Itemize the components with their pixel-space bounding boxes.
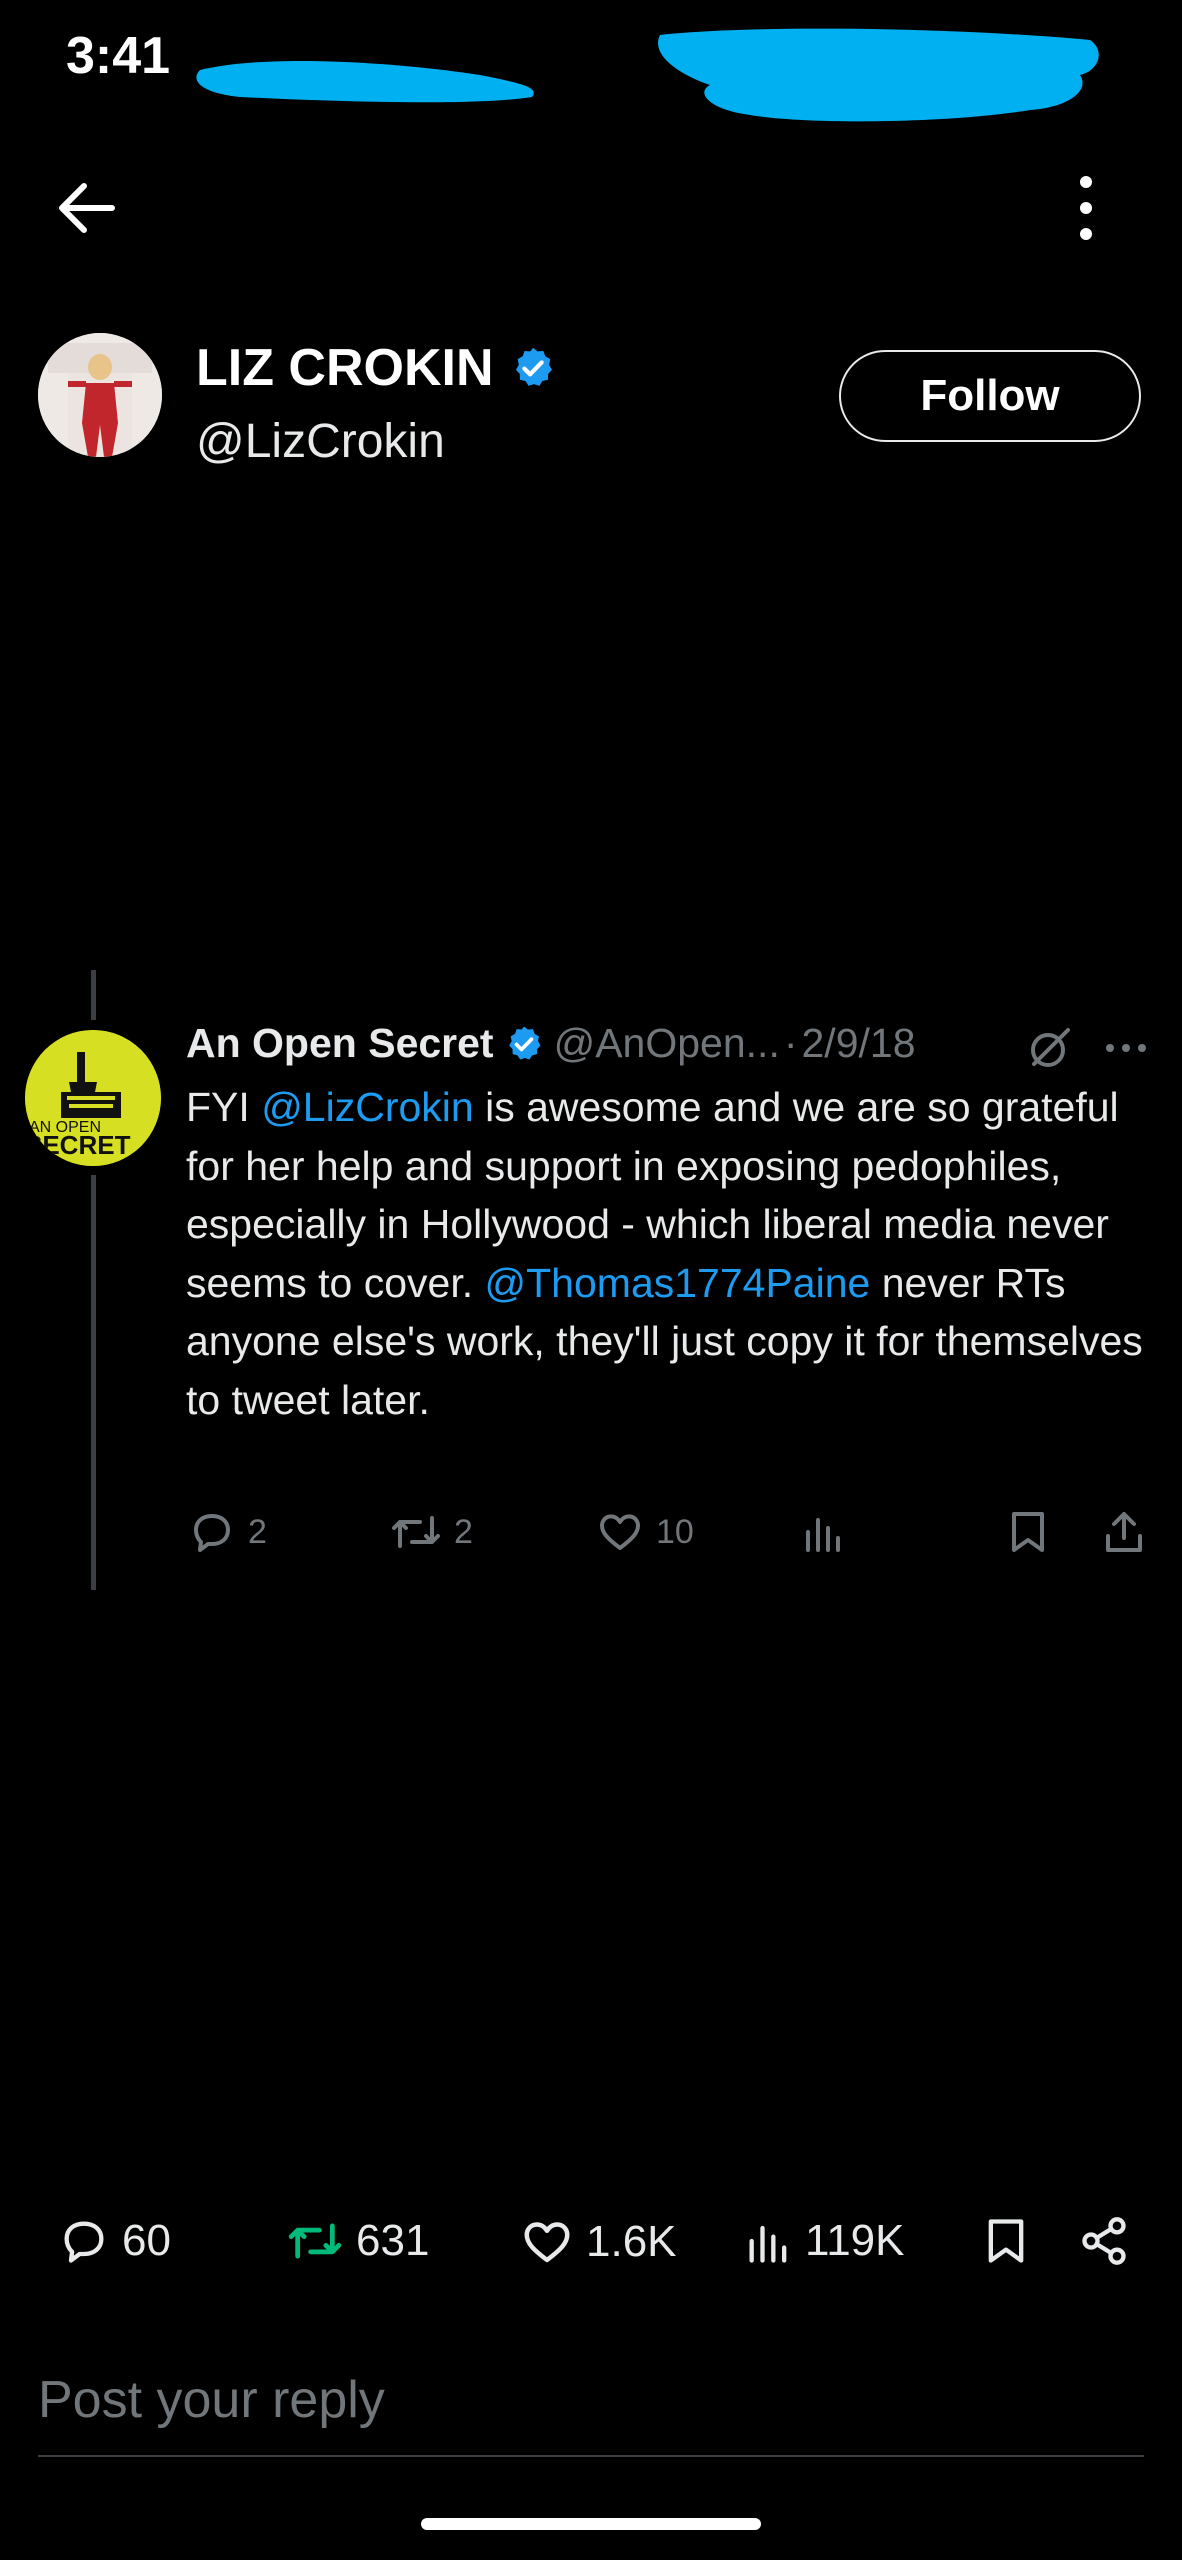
quoted-tweet-body: FYI @LizCrokin is awesome and we are so …: [186, 1078, 1146, 1429]
like-count: 1.6K: [586, 2217, 677, 2266]
retweet-count: 631: [356, 2216, 430, 2265]
quoted-views-button[interactable]: [802, 1508, 846, 1556]
heart-icon: [600, 1514, 640, 1550]
quoted-author-name[interactable]: An Open Secret: [186, 1020, 494, 1067]
quoted-like-button[interactable]: 10: [596, 1508, 694, 1556]
header-separator: ·: [783, 1020, 798, 1066]
share-icon: [1106, 1512, 1142, 1552]
author-name-row[interactable]: LIZ CROKIN: [196, 338, 556, 398]
bookmark-icon: [988, 2219, 1024, 2263]
quoted-tweet-header: An Open Secret @AnOpen... · 2/9/18: [186, 1020, 916, 1067]
follow-button[interactable]: Follow: [839, 350, 1141, 442]
more-options-button[interactable]: [1060, 170, 1112, 246]
quoted-author-handle[interactable]: @AnOpen...: [554, 1020, 780, 1067]
author-avatar[interactable]: [38, 333, 162, 457]
analytics-icon: [806, 1518, 840, 1552]
share-nodes-icon: [1082, 2217, 1126, 2265]
grok-icon[interactable]: [1028, 1026, 1072, 1070]
thread-line-bottom: [91, 1175, 96, 1590]
svg-text:SECRET: SECRET: [25, 1130, 131, 1160]
verified-badge-icon: [515, 347, 552, 386]
redaction-mark-left: [196, 60, 534, 103]
heart-icon: [524, 2222, 570, 2263]
quoted-share-button[interactable]: [1100, 1508, 1148, 1556]
quoted-retweet-button[interactable]: 2: [390, 1508, 473, 1556]
retweet-icon: [392, 1516, 440, 1548]
reply-button[interactable]: 60: [58, 2215, 171, 2267]
author-display-name: LIZ CROKIN: [196, 339, 494, 397]
reply-input-underline: [38, 2455, 1144, 2457]
more-horizontal-icon[interactable]: [1104, 1040, 1148, 1056]
back-button[interactable]: [52, 170, 128, 246]
like-button[interactable]: 1.6K: [520, 2215, 677, 2269]
reply-count: 60: [122, 2216, 171, 2265]
reply-input[interactable]: Post your reply: [38, 2370, 385, 2430]
quoted-bookmark-button[interactable]: [1006, 1508, 1050, 1556]
reply-icon: [194, 1514, 230, 1552]
thread-line-top: [91, 970, 96, 1020]
quoted-reply-button[interactable]: 2: [188, 1508, 267, 1556]
retweet-button[interactable]: 631: [286, 2215, 429, 2267]
verified-badge-icon: [508, 1026, 541, 1059]
status-time: 3:41: [66, 27, 171, 85]
more-vertical-icon: [1080, 176, 1092, 240]
share-button[interactable]: [1078, 2215, 1130, 2267]
mention-link[interactable]: @Thomas1774Paine: [485, 1260, 871, 1306]
home-indicator[interactable]: [421, 2518, 761, 2530]
views-button[interactable]: 119K: [745, 2215, 905, 2267]
author-handle[interactable]: @LizCrokin: [196, 414, 445, 469]
redaction-mark-right: [658, 28, 1099, 122]
quoted-retweet-count: 2: [454, 1512, 473, 1551]
mention-link[interactable]: @LizCrokin: [261, 1084, 474, 1130]
quoted-tweet-date: 2/9/18: [801, 1020, 916, 1066]
quoted-like-count: 10: [656, 1512, 694, 1551]
analytics-icon: [749, 2225, 787, 2263]
quoted-author-avatar[interactable]: AN OPEN SECRET: [25, 1030, 161, 1166]
body-text: FYI: [186, 1084, 262, 1130]
bookmark-icon: [1012, 1512, 1044, 1552]
view-count: 119K: [805, 2216, 905, 2265]
arrow-left-icon: [59, 183, 115, 233]
bookmark-button[interactable]: [982, 2215, 1030, 2267]
quoted-reply-count: 2: [248, 1512, 267, 1551]
retweet-icon: [288, 2223, 342, 2259]
reply-icon: [64, 2221, 104, 2263]
